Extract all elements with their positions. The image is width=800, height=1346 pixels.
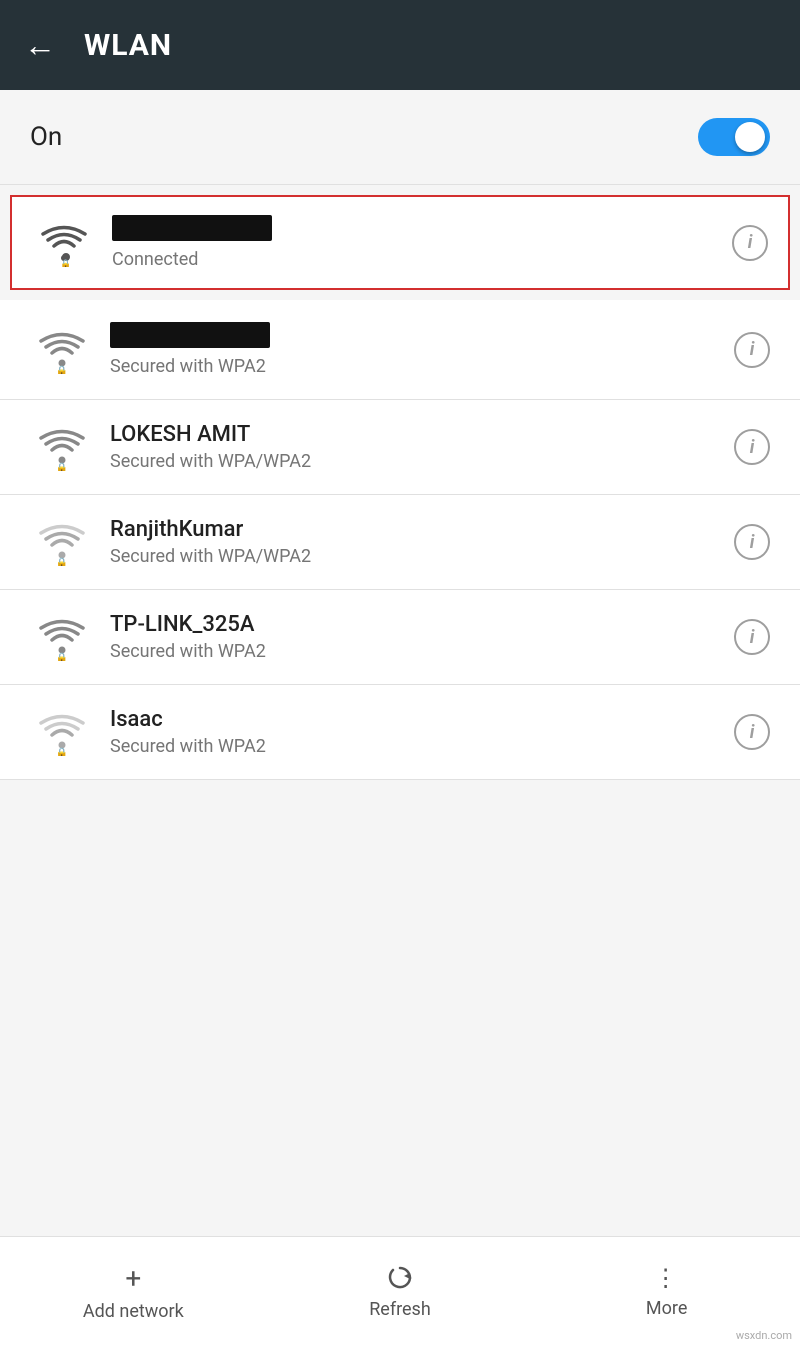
network-name: RanjithKumar xyxy=(110,517,734,542)
network-item[interactable]: 🔒 RanjithKumar Secured with WPA/WPA2 i xyxy=(0,495,800,590)
network-info: RanjithKumar Secured with WPA/WPA2 xyxy=(110,517,734,567)
wifi-signal-icon: 🔒 xyxy=(38,423,86,471)
wifi-icon-container: 🔒 xyxy=(32,219,96,267)
network-info-button[interactable]: i xyxy=(734,619,770,655)
more-label: More xyxy=(646,1298,687,1319)
add-network-label: Add network xyxy=(83,1301,184,1322)
wifi-icon-container: 🔒 xyxy=(30,326,94,374)
network-info-button[interactable]: i xyxy=(734,714,770,750)
network-item[interactable]: 🔒 Isaac Secured with WPA2 i xyxy=(0,685,800,780)
network-status: Secured with WPA2 xyxy=(110,641,734,662)
watermark: wsxdn.com xyxy=(736,1329,792,1342)
svg-text:🔒: 🔒 xyxy=(56,462,68,471)
network-info: TP-LINK_325A Secured with WPA2 xyxy=(110,612,734,662)
add-network-button[interactable]: + Add network xyxy=(73,1262,193,1322)
wifi-icon-container: 🔒 xyxy=(30,518,94,566)
bottom-bar: + Add network Refresh ⋮ More xyxy=(0,1236,800,1346)
toggle-track xyxy=(698,118,770,156)
back-button[interactable]: ← xyxy=(24,26,56,64)
network-info: Isaac Secured with WPA2 xyxy=(110,707,734,757)
wlan-toggle-switch[interactable] xyxy=(698,118,770,156)
network-name: TP-LINK_325A xyxy=(110,612,734,637)
svg-text:🔒: 🔒 xyxy=(60,259,71,267)
network-item[interactable]: 🔒 Secured with WPA2 i xyxy=(0,300,800,400)
wlan-on-label: On xyxy=(30,122,62,152)
wifi-icon-container: 🔒 xyxy=(30,708,94,756)
network-info: LOKESH AMIT Secured with WPA/WPA2 xyxy=(110,422,734,472)
connected-network-status: Connected xyxy=(112,249,732,270)
network-status: Secured with WPA/WPA2 xyxy=(110,451,734,472)
network-info-button[interactable]: i xyxy=(734,429,770,465)
wlan-toggle-row: On xyxy=(0,90,800,185)
wifi-signal-icon: 🔒 xyxy=(38,326,86,374)
svg-text:🔒: 🔒 xyxy=(56,747,68,756)
refresh-label: Refresh xyxy=(369,1299,431,1320)
network-info: Secured with WPA2 xyxy=(110,322,734,377)
more-icon: ⋮ xyxy=(654,1264,680,1292)
wifi-signal-icon: 🔒 xyxy=(40,219,88,267)
connected-network-info: Connected xyxy=(112,215,732,270)
svg-text:🔒: 🔒 xyxy=(56,557,68,566)
connected-network-name-redacted xyxy=(112,215,272,241)
wifi-icon-container: 🔒 xyxy=(30,423,94,471)
svg-text:🔒: 🔒 xyxy=(56,365,68,374)
network-name-redacted xyxy=(110,322,270,348)
page-title: WLAN xyxy=(84,28,172,63)
wifi-icon-container: 🔒 xyxy=(30,613,94,661)
refresh-button[interactable]: Refresh xyxy=(340,1263,460,1320)
network-info-button[interactable]: i xyxy=(734,524,770,560)
connected-network-info-button[interactable]: i xyxy=(732,225,768,261)
refresh-icon xyxy=(385,1263,415,1293)
network-item[interactable]: 🔒 TP-LINK_325A Secured with WPA2 i xyxy=(0,590,800,685)
connected-network-item[interactable]: 🔒 Connected i xyxy=(10,195,790,290)
add-network-icon: + xyxy=(125,1262,141,1295)
network-name: Isaac xyxy=(110,707,734,732)
more-button[interactable]: ⋮ More xyxy=(607,1264,727,1319)
network-status: Secured with WPA2 xyxy=(110,736,734,757)
network-info-button[interactable]: i xyxy=(734,332,770,368)
wifi-signal-icon: 🔒 xyxy=(38,613,86,661)
network-status: Secured with WPA2 xyxy=(110,356,734,377)
wifi-signal-icon: 🔒 xyxy=(38,708,86,756)
network-item[interactable]: 🔒 LOKESH AMIT Secured with WPA/WPA2 i xyxy=(0,400,800,495)
toggle-thumb xyxy=(735,122,765,152)
wifi-signal-icon: 🔒 xyxy=(38,518,86,566)
network-list: 🔒 Connected i 🔒 Secured with WPA2 i xyxy=(0,185,800,1236)
network-status: Secured with WPA/WPA2 xyxy=(110,546,734,567)
header: ← WLAN xyxy=(0,0,800,90)
svg-text:🔒: 🔒 xyxy=(56,652,68,661)
network-name: LOKESH AMIT xyxy=(110,422,734,447)
